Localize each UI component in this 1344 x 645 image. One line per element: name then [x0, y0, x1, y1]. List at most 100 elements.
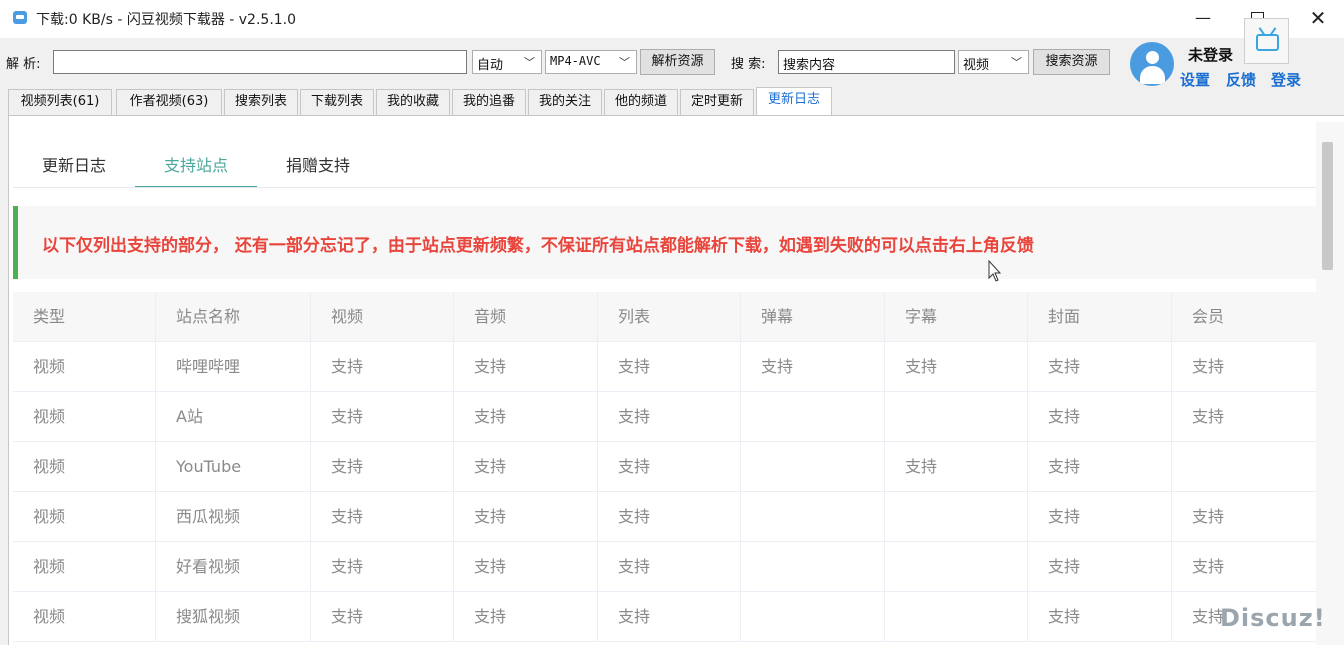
cell-vip: 支持 — [1192, 507, 1225, 526]
search-type-value: 视频 — [963, 58, 990, 73]
cell-danmaku — [741, 592, 885, 642]
tab-their-channel[interactable]: 他的频道 — [604, 89, 678, 115]
cell-list: 支持 — [598, 392, 741, 442]
header-vip: 会员 — [1192, 307, 1225, 326]
header-list: 列表 — [598, 292, 741, 342]
tv-logo-icon — [1244, 18, 1289, 64]
settings-link[interactable]: 设置 — [1180, 69, 1210, 90]
cell-type: 视频 — [13, 592, 156, 642]
tab-scheduled-update[interactable]: 定时更新 — [680, 89, 754, 115]
cell-audio: 支持 — [454, 492, 598, 542]
tab-download-list[interactable]: 下载列表 — [300, 89, 374, 115]
cell-list: 支持 — [598, 592, 741, 642]
title-bar: 下载:0 KB/s - 闪豆视频下载器 - v2.5.1.0 — ✕ — [0, 0, 1344, 38]
search-type-select[interactable]: 视频 ﹀ — [958, 50, 1029, 74]
quality-select[interactable]: 自动 ﹀ — [472, 50, 542, 74]
cell-type: 视频 — [13, 342, 156, 392]
cell-site-name: 哔哩哔哩 — [156, 342, 311, 392]
cell-cover: 支持 — [1028, 392, 1172, 442]
tab-favorites[interactable]: 我的收藏 — [376, 89, 450, 115]
cell-video: 支持 — [311, 442, 454, 492]
cell-type: 视频 — [13, 442, 156, 492]
cell-list: 支持 — [598, 442, 741, 492]
window-title: 下载:0 KB/s - 闪豆视频下载器 - v2.5.1.0 — [36, 12, 297, 28]
table-row: 视频 好看视频 支持 支持 支持 支持 支持 — [13, 542, 1318, 592]
search-button[interactable]: 搜索资源 — [1033, 49, 1110, 75]
subtab-supported-sites[interactable]: 支持站点 — [135, 140, 257, 188]
header-type: 类型 — [13, 292, 156, 342]
cell-audio: 支持 — [454, 592, 598, 642]
table-header-row: 类型 站点名称 视频 音频 列表 弹幕 字幕 封面 会员 — [13, 292, 1318, 342]
subtab-donate[interactable]: 捐赠支持 — [269, 140, 367, 188]
cell-danmaku — [741, 542, 885, 592]
chevron-down-icon: ﹀ — [1011, 56, 1022, 69]
cell-danmaku — [741, 492, 885, 542]
cell-vip — [1172, 442, 1318, 492]
cell-list: 支持 — [598, 342, 741, 392]
cell-type: 视频 — [13, 392, 156, 442]
cell-cover: 支持 — [1028, 592, 1172, 642]
header-site-name: 站点名称 — [156, 292, 311, 342]
cell-danmaku: 支持 — [741, 342, 885, 392]
format-select-value: MP4-AVC — [550, 54, 601, 68]
cell-subtitle: 支持 — [885, 342, 1028, 392]
table-row: 视频 西瓜视频 支持 支持 支持 支持 支持 — [13, 492, 1318, 542]
minimize-button[interactable]: — — [1180, 5, 1226, 33]
chevron-down-icon: ﹀ — [524, 56, 535, 69]
cell-danmaku — [741, 392, 885, 442]
cell-video: 支持 — [311, 542, 454, 592]
cell-type: 视频 — [13, 542, 156, 592]
login-link[interactable]: 登录 — [1271, 69, 1301, 90]
search-input[interactable]: 搜索内容 — [778, 50, 955, 74]
parse-button[interactable]: 解析资源 — [640, 49, 715, 75]
table-row: 视频 哔哩哔哩 支持 支持 支持 支持 支持 支持 支持 — [13, 342, 1318, 392]
subtab-changelog[interactable]: 更新日志 — [25, 140, 123, 188]
tab-author-videos[interactable]: 作者视频(63) — [116, 89, 222, 115]
close-button[interactable]: ✕ — [1295, 5, 1341, 33]
parse-url-input[interactable] — [53, 50, 467, 74]
cell-subtitle — [885, 492, 1028, 542]
cell-subtitle — [885, 392, 1028, 442]
table-row: 视频 YouTube 支持 支持 支持 支持 支持 — [13, 442, 1318, 492]
header-cover: 封面 — [1028, 292, 1172, 342]
search-label: 搜 索: — [731, 57, 766, 72]
cell-cover: 支持 — [1028, 342, 1172, 392]
cell-site-name: A站 — [156, 392, 311, 442]
cell-subtitle: 支持 — [885, 442, 1028, 492]
cell-cover: 支持 — [1028, 492, 1172, 542]
format-select[interactable]: MP4-AVC ﹀ — [545, 50, 637, 74]
parse-label: 解 析: — [6, 57, 41, 72]
tab-search-list[interactable]: 搜索列表 — [224, 89, 298, 115]
cell-site-name: 搜狐视频 — [156, 592, 311, 642]
cell-video: 支持 — [311, 592, 454, 642]
chevron-down-icon: ﹀ — [619, 56, 630, 69]
tab-video-list[interactable]: 视频列表(61) — [8, 89, 112, 115]
cell-audio: 支持 — [454, 342, 598, 392]
cell-video: 支持 — [311, 342, 454, 392]
tab-changelog[interactable]: 更新日志 — [756, 87, 832, 116]
cell-audio: 支持 — [454, 392, 598, 442]
quality-select-value: 自动 — [477, 58, 504, 73]
cell-site-name: 好看视频 — [156, 542, 311, 592]
feedback-link[interactable]: 反馈 — [1226, 69, 1256, 90]
supported-sites-table: 类型 站点名称 视频 音频 列表 弹幕 字幕 封面 会员 视频 哔哩哔哩 支持 支持支… — [13, 292, 1318, 642]
cell-subtitle — [885, 542, 1028, 592]
notice-banner: 以下仅列出支持的部分， 还有一部分忘记了，由于站点更新频繁，不保证所有站点都能解… — [13, 206, 1318, 279]
subtab-divider — [13, 187, 1323, 188]
cell-vip: 支持 — [1192, 357, 1225, 376]
cell-cover: 支持 — [1028, 442, 1172, 492]
table-row: 视频 A站 支持 支持 支持 支持 支持 — [13, 392, 1318, 442]
content-panel: 更新日志 支持站点 捐赠支持 以下仅列出支持的部分， 还有一部分忘记了，由于站点… — [8, 115, 1344, 645]
cell-cover: 支持 — [1028, 542, 1172, 592]
mouse-cursor-icon — [988, 260, 1002, 282]
cell-audio: 支持 — [454, 542, 598, 592]
header-danmaku: 弹幕 — [741, 292, 885, 342]
tab-following-series[interactable]: 我的追番 — [452, 89, 526, 115]
avatar[interactable] — [1130, 42, 1174, 86]
header-subtitle: 字幕 — [885, 292, 1028, 342]
cell-video: 支持 — [311, 392, 454, 442]
scrollbar-thumb[interactable] — [1322, 142, 1333, 270]
cell-video: 支持 — [311, 492, 454, 542]
cell-vip: 支持 — [1192, 557, 1225, 576]
tab-following[interactable]: 我的关注 — [528, 89, 602, 115]
